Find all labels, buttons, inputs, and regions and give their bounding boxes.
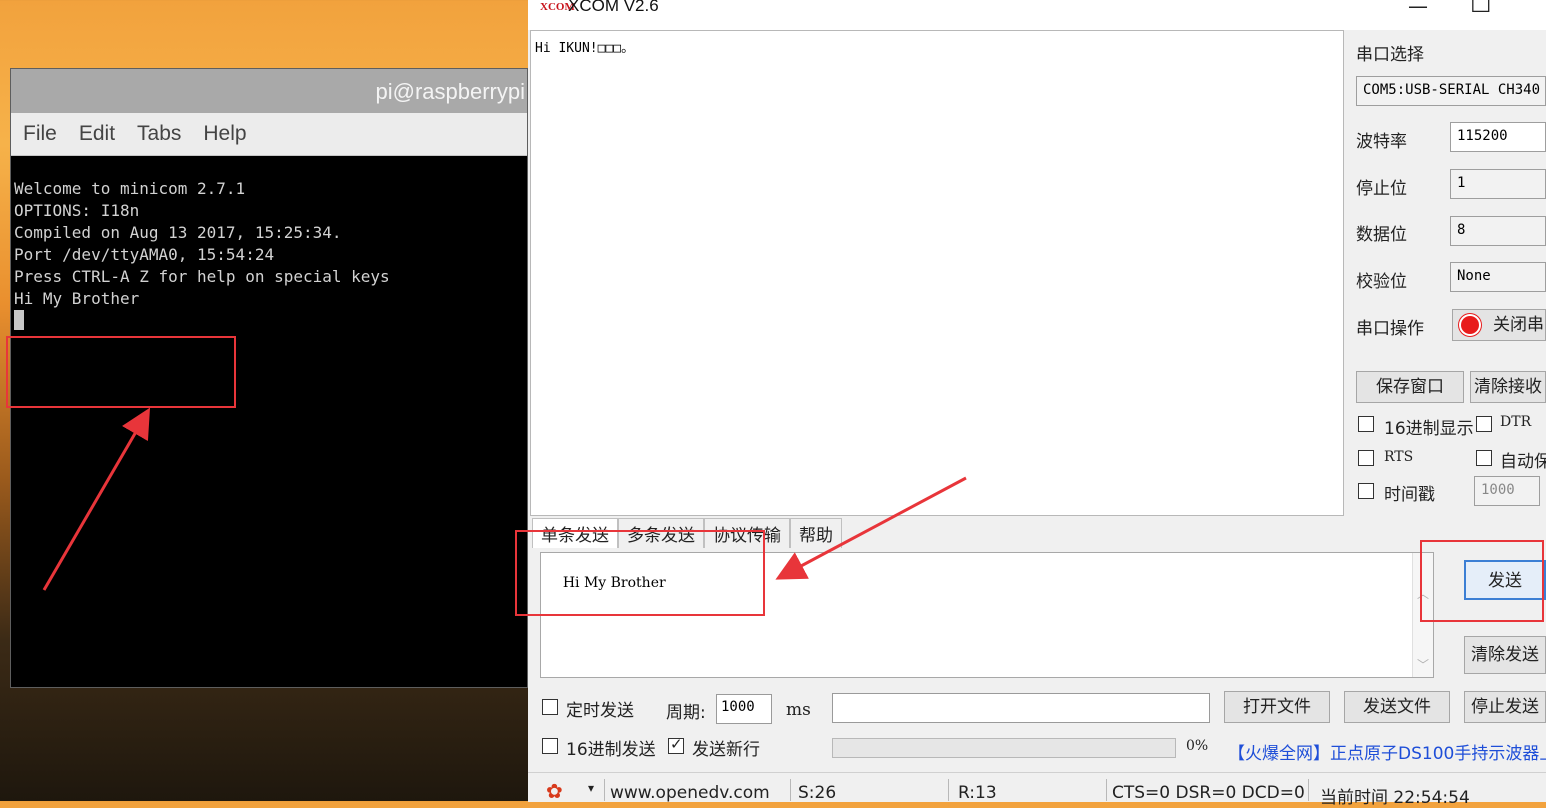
annotation-arrows: [42, 407, 967, 591]
arrow-to-terminal: [42, 407, 151, 591]
arrow-to-send: [775, 476, 967, 580]
